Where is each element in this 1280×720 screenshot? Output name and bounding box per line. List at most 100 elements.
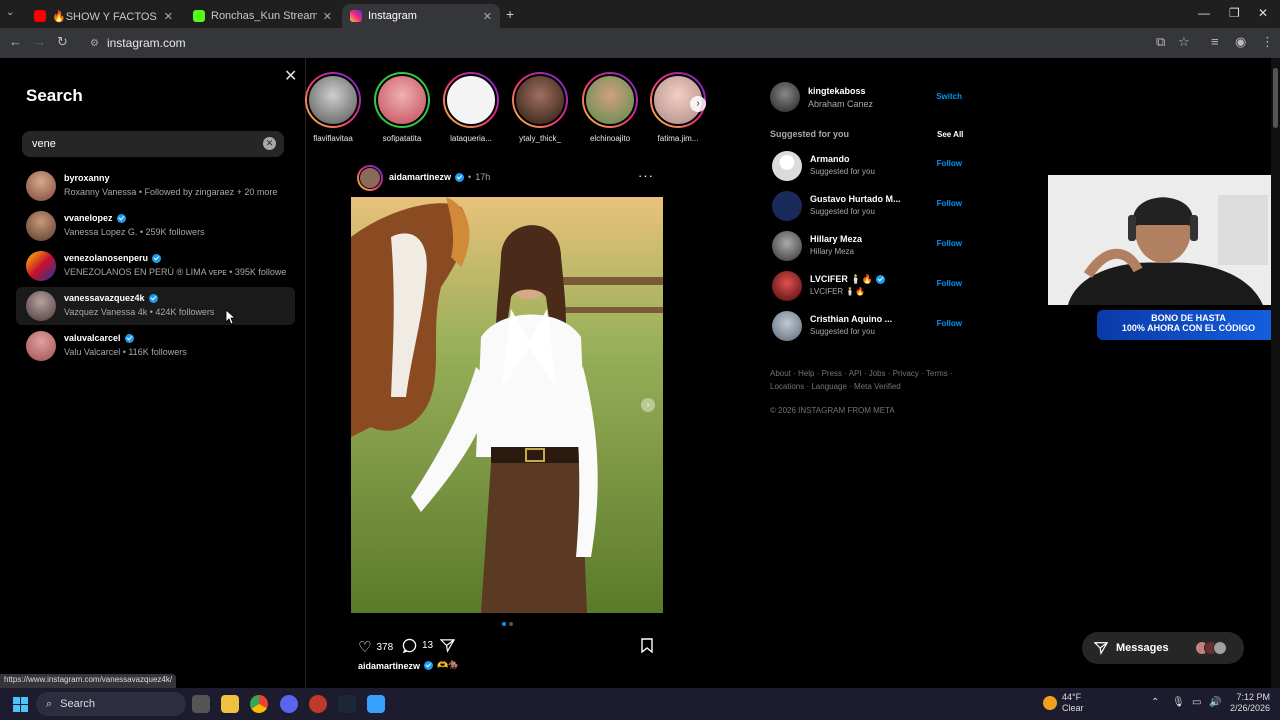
close-tab-icon[interactable]: ✕ (323, 10, 332, 23)
search-result-byroxanny[interactable]: byroxanny Roxanny Vanessa • Followed by … (16, 167, 295, 205)
result-username: byroxanny (64, 173, 110, 183)
tab-youtube[interactable]: 🔥SHOW Y FACTOS🔥KINGTE ✕ (26, 4, 181, 28)
steam-icon[interactable] (338, 695, 356, 713)
site-info-icon[interactable]: ⚙ (90, 38, 99, 49)
story-sofipatatita[interactable]: sofipatatita (372, 72, 432, 143)
browser-toolbar: ← → ↻ ⚙ instagram.com ⧉ ☆ ≡ ◉ ⋮ (0, 28, 1280, 58)
notepad-icon[interactable] (367, 695, 385, 713)
display-icon[interactable]: ▭ (1192, 697, 1201, 708)
suggestion-name[interactable]: Gustavo Hurtado M... (810, 194, 901, 204)
comment-button[interactable]: 13 (402, 638, 433, 653)
volume-icon[interactable]: 🔊 (1209, 697, 1221, 708)
default-avatar-icon[interactable] (772, 151, 802, 181)
tab-search-chevron-icon[interactable]: ⌄ (6, 7, 14, 18)
suggestion-cristhian: Cristhian Aquino ... Suggested for you F… (772, 311, 962, 341)
share-button[interactable] (440, 638, 455, 653)
microphone-icon[interactable]: 🎙 (1172, 697, 1185, 708)
weather-widget[interactable]: 44°F Clear (1062, 692, 1084, 714)
tray-overflow-chevron-icon[interactable]: ⌃ (1151, 697, 1159, 708)
carousel-next-icon[interactable]: › (641, 398, 655, 412)
suggestion-name[interactable]: Armando (810, 154, 850, 164)
close-panel-icon[interactable]: ✕ (284, 66, 297, 86)
minimize-icon[interactable]: — (1198, 6, 1210, 20)
stories-next-chevron-icon[interactable]: › (690, 96, 706, 112)
story-avatar (376, 74, 428, 126)
search-result-vvanelopez[interactable]: vvanelopez Vanessa Lopez G. • 259K follo… (16, 207, 295, 245)
follow-button[interactable]: Follow (937, 319, 962, 328)
browser-menu-icon[interactable]: ⋮ (1261, 34, 1274, 50)
install-app-icon[interactable]: ⧉ (1156, 34, 1165, 50)
chrome-icon[interactable] (250, 695, 268, 713)
clock[interactable]: 7:12 PM 2/26/2026 (1222, 692, 1270, 714)
avatar[interactable] (770, 82, 800, 112)
suggestion-name-text: Cristhian Aquino ... (810, 314, 893, 324)
tab-instagram[interactable]: Instagram ✕ (342, 4, 500, 28)
tab-kick[interactable]: Ronchas_Kun Stream - Watch L ✕ (185, 4, 340, 28)
suggestion-name[interactable]: Hillary Meza (810, 234, 862, 244)
suggestion-name[interactable]: Cristhian Aquino ... (810, 314, 892, 324)
more-options-icon[interactable]: ··· (638, 168, 654, 183)
bookmark-icon (641, 638, 653, 653)
follow-button[interactable]: Follow (937, 239, 962, 248)
follow-button[interactable]: Follow (937, 159, 962, 168)
message-avatar (1212, 641, 1227, 655)
search-result-valuvalcarcel[interactable]: valuvalcarcel Valu Valcarcel • 116K foll… (16, 327, 295, 365)
new-tab-plus-icon[interactable]: + (506, 6, 514, 22)
suggestion-name[interactable]: LVCIFER 🕯️🔥 (810, 274, 885, 285)
story-ytaly-thick[interactable]: ytaly_thick_ (510, 72, 570, 143)
avatar[interactable] (772, 271, 802, 301)
maximize-icon[interactable]: ❐ (1229, 6, 1240, 20)
scrollbar-thumb[interactable] (1273, 68, 1278, 128)
suggestion-lvcifer: LVCIFER 🕯️🔥 LVCIFER 🕯️🔥 Follow (772, 271, 962, 301)
profile-icon[interactable]: ◉ (1235, 34, 1246, 50)
obs-icon[interactable] (309, 695, 327, 713)
search-input[interactable]: vene ✕ (22, 131, 284, 157)
post-avatar[interactable] (357, 165, 383, 191)
address-bar[interactable]: ⚙ instagram.com (80, 32, 1200, 54)
messages-button[interactable]: Messages (1082, 632, 1244, 664)
clock-date: 2/26/2026 (1229, 703, 1270, 713)
story-elchinoajito[interactable]: elchinoajito (580, 72, 640, 143)
comment-bubble-icon (402, 638, 417, 653)
avatar[interactable] (772, 231, 802, 261)
footer-line-1[interactable]: About · Help · Press · API · Jobs · Priv… (770, 367, 970, 380)
task-view-icon[interactable] (192, 695, 210, 713)
story-flaviflavitaa[interactable]: flaviflavitaa (303, 72, 363, 143)
suggestion-gustavo: Gustavo Hurtado M... Suggested for you F… (772, 191, 962, 221)
close-tab-icon[interactable]: ✕ (483, 10, 492, 23)
tab-list-icon[interactable]: ≡ (1211, 34, 1219, 49)
post-image[interactable] (351, 197, 663, 613)
clear-search-icon[interactable]: ✕ (263, 137, 276, 150)
like-button[interactable]: ♡ 378 (358, 638, 393, 656)
footer-line-2[interactable]: Locations · Language · Meta Verified (770, 380, 970, 393)
post-username[interactable]: aidamartinezw • 17h (389, 172, 490, 182)
weather-temp: 44°F (1062, 692, 1082, 702)
footer-links[interactable]: About · Help · Press · API · Jobs · Priv… (770, 367, 970, 393)
windows-start-icon[interactable] (13, 697, 28, 712)
switch-account-link[interactable]: Switch (936, 92, 962, 101)
forward-arrow-icon[interactable]: → (33, 34, 46, 49)
weather-moon-icon[interactable] (1043, 696, 1057, 710)
save-button[interactable] (641, 638, 653, 653)
search-result-venezolanosenperu[interactable]: venezolanosenperu VENEZOLANOS EN PERÚ ® … (16, 247, 295, 285)
close-tab-icon[interactable]: ✕ (164, 10, 173, 23)
avatar[interactable] (772, 191, 802, 221)
see-all-link[interactable]: See All (937, 130, 963, 139)
reload-icon[interactable]: ↻ (57, 34, 68, 50)
bookmark-star-icon[interactable]: ☆ (1178, 34, 1190, 50)
caption-username[interactable]: aidamartinezw (358, 661, 420, 671)
suggestion-name-text: Armando (810, 154, 850, 164)
discord-icon[interactable] (280, 695, 298, 713)
follow-button[interactable]: Follow (937, 279, 962, 288)
search-result-vanessavazquez4k[interactable]: vanessavazquez4k Vazquez Vanessa 4k • 42… (16, 287, 295, 325)
back-arrow-icon[interactable]: ← (9, 34, 22, 49)
avatar[interactable] (772, 311, 802, 341)
follow-button[interactable]: Follow (937, 199, 962, 208)
page-scrollbar[interactable] (1271, 58, 1280, 688)
close-window-icon[interactable]: ✕ (1258, 6, 1268, 20)
comment-count: 13 (422, 640, 434, 651)
current-username[interactable]: kingtekaboss (808, 86, 866, 96)
taskbar-search[interactable]: ⌕ Search (36, 692, 186, 716)
file-explorer-icon[interactable] (221, 695, 239, 713)
story-lataqueria[interactable]: lataqueria... (441, 72, 501, 143)
